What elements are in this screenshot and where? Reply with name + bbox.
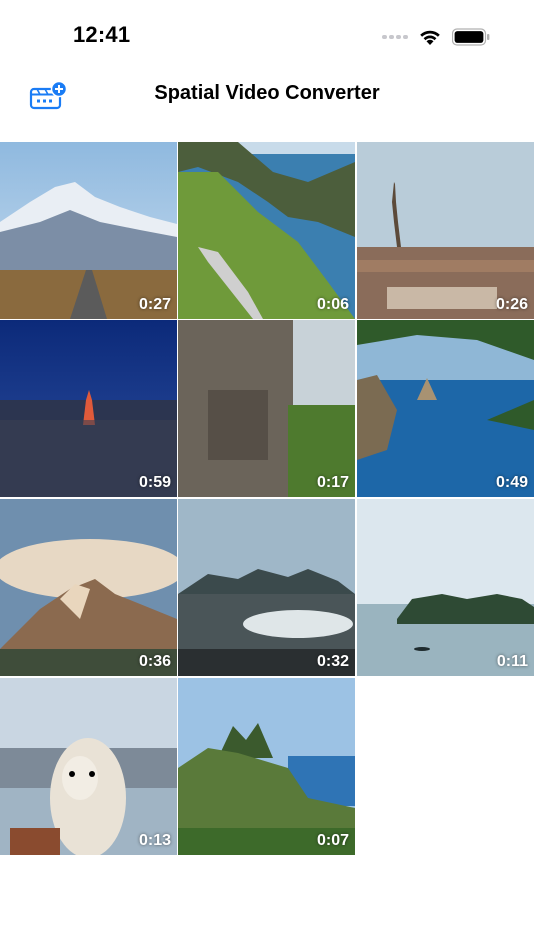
video-thumbnail[interactable]: 0:13 bbox=[0, 678, 177, 855]
navigation-bar: Spatial Video Converter bbox=[0, 70, 534, 142]
thumbnail-image bbox=[357, 499, 534, 676]
status-bar: 12:41 bbox=[0, 0, 534, 70]
video-thumbnail[interactable]: 0:59 bbox=[0, 320, 177, 497]
video-thumbnail[interactable]: 0:26 bbox=[357, 142, 534, 319]
video-duration: 0:32 bbox=[316, 653, 349, 670]
wifi-icon bbox=[420, 30, 440, 45]
video-thumbnail[interactable]: 0:49 bbox=[357, 320, 534, 497]
video-duration: 0:11 bbox=[496, 653, 528, 670]
video-duration: 0:59 bbox=[138, 474, 171, 491]
thumbnail-image bbox=[178, 320, 355, 497]
status-time: 12:41 bbox=[73, 22, 131, 47]
video-duration: 0:13 bbox=[138, 832, 171, 849]
thumbnail-image bbox=[0, 499, 177, 676]
thumbnail-image bbox=[178, 499, 355, 676]
thumbnail-image bbox=[357, 142, 534, 319]
thumbnail-image bbox=[0, 142, 177, 319]
video-duration: 0:27 bbox=[138, 296, 171, 313]
cellular-signal-icon bbox=[382, 35, 408, 39]
video-thumbnail[interactable]: 0:32 bbox=[178, 499, 355, 676]
video-duration: 0:07 bbox=[316, 832, 349, 849]
page-title: Spatial Video Converter bbox=[154, 82, 380, 104]
thumbnail-image bbox=[357, 320, 534, 497]
video-duration: 0:36 bbox=[138, 653, 171, 670]
thumbnail-image bbox=[178, 142, 355, 319]
video-thumbnail[interactable]: 0:06 bbox=[178, 142, 355, 319]
video-thumbnail[interactable]: 0:11 bbox=[357, 499, 534, 676]
video-thumbnail[interactable]: 0:17 bbox=[178, 320, 355, 497]
video-thumbnail[interactable]: 0:36 bbox=[0, 499, 177, 676]
status-indicators bbox=[382, 26, 490, 48]
battery-icon bbox=[452, 28, 490, 46]
video-thumbnail[interactable]: 0:07 bbox=[178, 678, 355, 855]
thumbnail-image bbox=[178, 678, 355, 855]
video-duration: 0:49 bbox=[495, 474, 528, 491]
thumbnail-image bbox=[0, 678, 177, 855]
video-thumbnail[interactable]: 0:27 bbox=[0, 142, 177, 319]
video-duration: 0:26 bbox=[495, 296, 528, 313]
thumbnail-image bbox=[0, 320, 177, 497]
video-duration: 0:06 bbox=[316, 296, 349, 313]
video-duration: 0:17 bbox=[316, 474, 349, 491]
